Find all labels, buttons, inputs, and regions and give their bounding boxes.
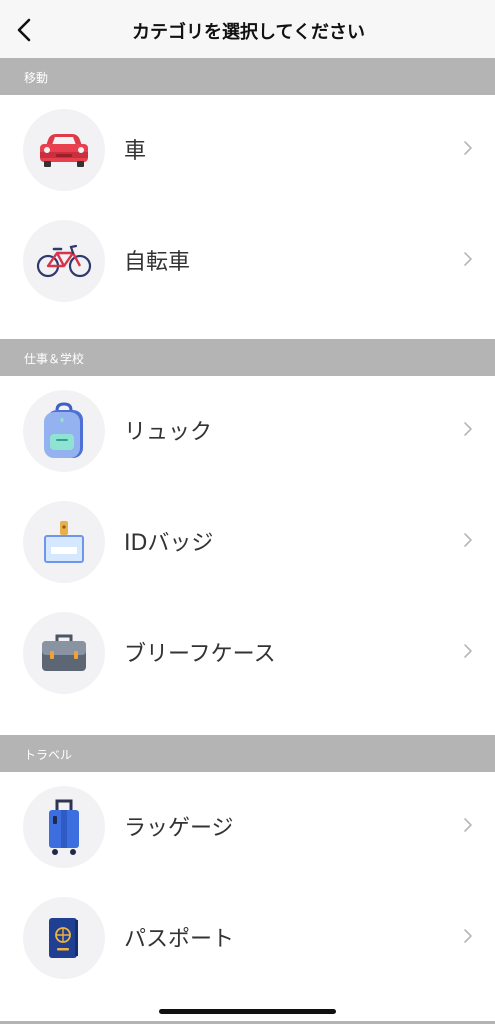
category-item-car[interactable]: 車 bbox=[0, 95, 495, 206]
category-item-bicycle[interactable]: 自転車 bbox=[0, 206, 495, 317]
section-header-transport: 移動 bbox=[0, 58, 495, 95]
page-title: カテゴリを選択してください bbox=[132, 22, 365, 43]
chevron-right-icon bbox=[464, 252, 472, 266]
backpack-icon bbox=[44, 402, 83, 458]
icon-container bbox=[23, 786, 105, 868]
category-label: ラッゲージ bbox=[124, 816, 234, 841]
section-label: トラベル bbox=[24, 748, 73, 762]
chevron-right-icon bbox=[464, 141, 472, 155]
icon-container bbox=[23, 220, 105, 302]
section-header-work-school: 仕事＆学校 bbox=[0, 339, 495, 376]
category-label: 車 bbox=[124, 139, 147, 164]
icon-container bbox=[23, 390, 105, 472]
category-label: IDバッジ bbox=[124, 531, 214, 556]
top-bar: カテゴリを選択してください bbox=[0, 0, 495, 58]
briefcase-icon bbox=[42, 634, 86, 671]
home-indicator[interactable] bbox=[159, 1009, 336, 1014]
car-icon bbox=[40, 134, 88, 167]
category-item-id-badge[interactable]: IDバッジ bbox=[0, 487, 495, 598]
luggage-icon bbox=[49, 799, 79, 855]
category-item-backpack[interactable]: リュック bbox=[0, 376, 495, 487]
chevron-right-icon bbox=[464, 533, 472, 547]
section-label: 移動 bbox=[24, 71, 49, 85]
category-label: ブリーフケース bbox=[124, 642, 276, 667]
bicycle-icon bbox=[36, 244, 92, 278]
chevron-right-icon bbox=[464, 422, 472, 436]
section-header-travel: トラベル bbox=[0, 735, 495, 772]
category-label: リュック bbox=[124, 420, 213, 445]
chevron-right-icon bbox=[464, 818, 472, 832]
passport-icon bbox=[49, 918, 78, 958]
chevron-right-icon bbox=[464, 929, 472, 943]
icon-container bbox=[23, 501, 105, 583]
category-item-passport[interactable]: パスポート bbox=[0, 883, 495, 994]
id-badge-icon bbox=[44, 521, 84, 563]
category-item-luggage[interactable]: ラッゲージ bbox=[0, 772, 495, 883]
category-label: パスポート bbox=[124, 927, 235, 952]
chevron-right-icon bbox=[464, 644, 472, 658]
icon-container bbox=[23, 897, 105, 979]
icon-container bbox=[23, 612, 105, 694]
category-item-briefcase[interactable]: ブリーフケース bbox=[0, 598, 495, 709]
section-label: 仕事＆学校 bbox=[24, 352, 85, 366]
icon-container bbox=[23, 109, 105, 191]
category-label: 自転車 bbox=[124, 250, 191, 275]
